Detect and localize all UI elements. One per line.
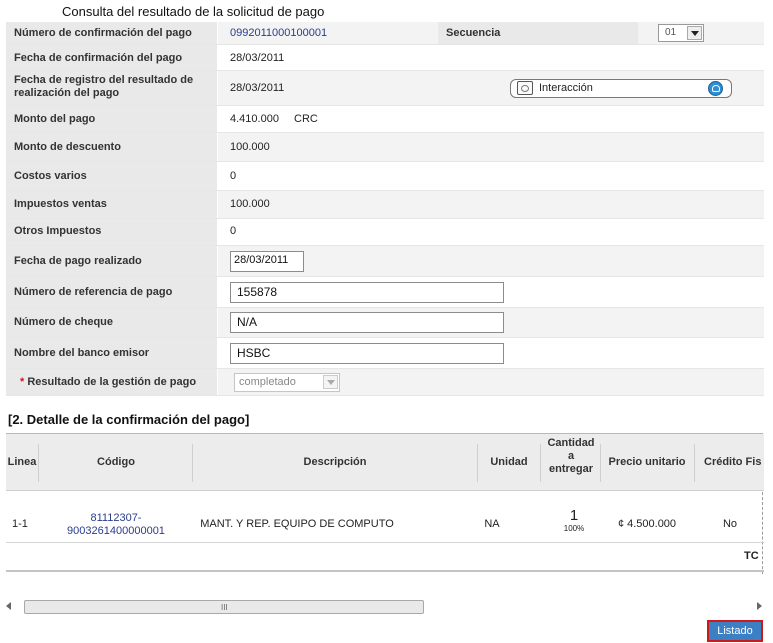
row-numero-confirmacion: Número de confirmación del pago 09920110… xyxy=(6,22,764,45)
row-fecha-pago: Fecha de pago realizado 28/03/2011 xyxy=(6,246,764,277)
referencia-pago-value: 155878 xyxy=(237,285,278,299)
costos-varios-label: Costos varios xyxy=(14,170,87,182)
resultado-gestion-label: * Resultado de la gestión de pago xyxy=(20,376,196,389)
banco-emisor-input[interactable]: HSBC xyxy=(230,343,504,364)
secuencia-value: 01 xyxy=(665,27,677,38)
interaccion-button[interactable]: Interacción xyxy=(510,79,732,98)
row-banco-emisor: Nombre del banco emisor HSBC xyxy=(6,338,764,369)
scroll-left-icon[interactable] xyxy=(6,602,11,610)
chevron-down-icon[interactable] xyxy=(687,26,702,40)
monto-pago-label: Monto del pago xyxy=(14,113,96,125)
referencia-pago-label: Número de referencia de pago xyxy=(14,286,173,298)
header-cantidad-line1: Cantidad xyxy=(547,437,595,449)
row-monto-descuento: Monto de descuento 100.000 xyxy=(6,133,764,162)
row-credito-fiscal: No xyxy=(722,518,738,530)
row-cantidad-value: 1 xyxy=(569,507,579,524)
row-numero-cheque: Número de cheque N/A xyxy=(6,308,764,338)
row-descripcion: MANT. Y REP. EQUIPO DE COMPUTO xyxy=(200,518,394,530)
listado-button[interactable]: Listado xyxy=(707,620,763,642)
header-credito-fiscal: Crédito Fis xyxy=(704,456,762,468)
header-precio-unitario: Precio unitario xyxy=(608,456,686,468)
header-codigo: Código xyxy=(97,456,135,468)
resultado-gestion-value: completado xyxy=(239,376,296,388)
row-resultado-gestion: * Resultado de la gestión de pago comple… xyxy=(6,369,764,396)
numero-confirmacion-label: Número de confirmación del pago xyxy=(14,27,192,39)
secuencia-select[interactable]: 01 xyxy=(658,24,704,42)
row-fecha-confirmacion: Fecha de confirmación del pago 28/03/201… xyxy=(6,45,764,71)
fecha-confirmacion-value: 28/03/2011 xyxy=(230,52,285,64)
header-descripcion: Descripción xyxy=(303,456,367,468)
horizontal-scrollbar[interactable]: III xyxy=(6,600,762,614)
resultado-gestion-select[interactable]: completado xyxy=(234,373,340,392)
row-cantidad-percent: 100% xyxy=(563,524,585,533)
user-circle-icon[interactable] xyxy=(708,81,723,96)
fecha-pago-label: Fecha de pago realizado xyxy=(14,255,142,267)
referencia-pago-input[interactable]: 155878 xyxy=(230,282,504,303)
row-referencia-pago: Número de referencia de pago 155878 xyxy=(6,277,764,308)
scroll-right-icon[interactable] xyxy=(757,602,762,610)
otros-impuestos-value: 0 xyxy=(230,225,237,237)
header-cantidad: Cantidad a entregar xyxy=(542,437,600,476)
costos-varios-value: 0 xyxy=(230,170,237,182)
interaction-icon xyxy=(517,81,533,95)
total-label-partial: TC xyxy=(744,550,759,562)
header-unidad: Unidad xyxy=(490,456,528,468)
row-monto-pago: Monto del pago 4.410.000 CRC xyxy=(6,106,764,133)
numero-confirmacion-value: 0992011000100001 xyxy=(230,27,328,39)
banco-emisor-value: HSBC xyxy=(237,346,271,360)
required-marker: * xyxy=(20,376,25,388)
row-impuestos-ventas: Impuestos ventas 100.000 xyxy=(6,191,764,219)
secuencia-label: Secuencia xyxy=(446,27,501,39)
header-cantidad-line3: entregar xyxy=(548,463,594,475)
header-linea: Linea xyxy=(7,456,37,468)
row-codigo-link[interactable]: 81112307- 9003261400000001 xyxy=(40,512,192,538)
numero-cheque-value: N/A xyxy=(237,315,258,329)
fecha-pago-input[interactable]: 28/03/2011 xyxy=(230,251,304,272)
numero-cheque-input[interactable]: N/A xyxy=(230,312,504,333)
detalle-table: Linea Código Descripción Unidad Cantidad… xyxy=(6,433,764,574)
fecha-confirmacion-label: Fecha de confirmación del pago xyxy=(14,52,183,64)
monto-pago-value: 4.410.000 xyxy=(230,113,279,125)
monto-descuento-label: Monto de descuento xyxy=(14,141,121,153)
monto-descuento-value: 100.000 xyxy=(230,141,270,153)
section-detalle-title: [2. Detalle de la confirmación del pago] xyxy=(8,412,250,427)
interaccion-label: Interacción xyxy=(539,82,593,94)
header-cantidad-line2: a xyxy=(567,450,575,462)
otros-impuestos-label: Otros Impuestos xyxy=(14,225,102,237)
row-cantidad: 1 100% xyxy=(552,507,596,534)
resultado-gestion-text: Resultado de la gestión de pago xyxy=(27,376,197,388)
row-codigo-line1: 81112307- xyxy=(90,512,142,524)
chevron-down-icon[interactable] xyxy=(323,375,338,389)
row-precio-unitario: ¢ 4.500.000 xyxy=(617,518,677,530)
fecha-registro-value: 28/03/2011 xyxy=(230,82,285,94)
row-otros-impuestos: Otros Impuestos 0 xyxy=(6,219,764,246)
numero-cheque-label: Número de cheque xyxy=(14,316,114,328)
row-codigo-line2: 9003261400000001 xyxy=(67,525,165,537)
row-linea: 1-1 xyxy=(12,518,28,530)
scroll-thumb[interactable]: III xyxy=(24,600,424,614)
fecha-pago-value: 28/03/2011 xyxy=(234,254,289,266)
banco-emisor-label: Nombre del banco emisor xyxy=(14,347,150,359)
row-costos-varios: Costos varios 0 xyxy=(6,162,764,191)
impuestos-ventas-label: Impuestos ventas xyxy=(14,198,107,210)
row-fecha-registro: Fecha de registro del resultado de reali… xyxy=(6,71,764,106)
fecha-registro-label-line1: Fecha de registro del resultado de xyxy=(14,74,194,86)
page-title: Consulta del resultado de la solicitud d… xyxy=(62,4,325,19)
impuestos-ventas-value: 100.000 xyxy=(230,198,270,210)
fecha-registro-label-line2: realización del pago xyxy=(14,87,120,99)
monto-pago-currency: CRC xyxy=(294,113,318,125)
table-header: Linea Código Descripción Unidad Cantidad… xyxy=(6,434,764,491)
row-unidad: NA xyxy=(484,518,500,530)
scroll-grip: III xyxy=(221,603,228,612)
